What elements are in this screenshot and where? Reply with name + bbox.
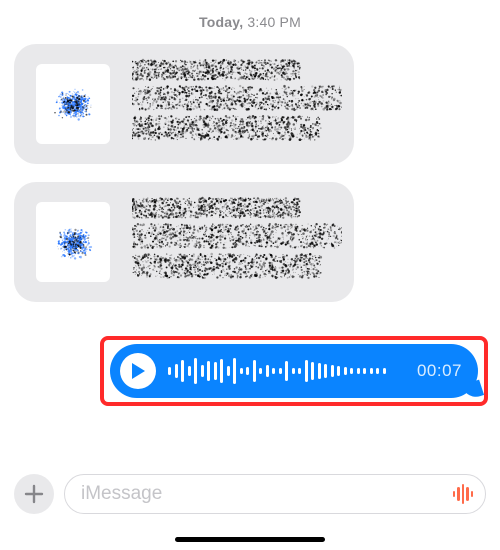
waveform-bar (337, 366, 340, 376)
waveform-bar (311, 362, 314, 380)
waveform-bar (266, 365, 269, 377)
waveform-bar (259, 368, 262, 374)
audio-icon-bar (466, 487, 469, 501)
waveform-bar (272, 368, 275, 374)
waveform-bar (214, 362, 217, 380)
waveform-bar (292, 368, 295, 374)
audio-icon-bar (457, 487, 460, 501)
add-button[interactable] (14, 474, 54, 514)
waveform-bar (227, 366, 230, 376)
audio-waveform[interactable] (168, 356, 403, 386)
compose-bar: iMessage (0, 470, 500, 518)
waveform-bar (305, 360, 308, 382)
waveform-bar (181, 360, 184, 382)
incoming-message-bubble[interactable] (14, 44, 354, 164)
waveform-bar (370, 368, 373, 374)
record-audio-button[interactable] (453, 483, 474, 505)
play-icon (130, 362, 146, 380)
waveform-bar (175, 364, 178, 378)
waveform-bar (363, 368, 366, 374)
message-list (0, 44, 500, 302)
conversation-timestamp: Today, 3:40 PM (0, 0, 500, 44)
home-indicator (175, 537, 325, 542)
waveform-bar (194, 358, 197, 384)
outgoing-audio-message-bubble[interactable]: 00:07 (110, 344, 478, 398)
audio-icon-bar (462, 484, 465, 504)
waveform-bar (207, 361, 210, 381)
waveform-bar (253, 360, 256, 382)
waveform-bar (383, 368, 386, 374)
waveform-bar (188, 366, 191, 376)
message-attachment-thumbnail (36, 64, 110, 144)
waveform-bar (220, 359, 223, 383)
audio-icon-bar (453, 491, 456, 497)
plus-icon (24, 484, 44, 504)
message-attachment-thumbnail (36, 202, 110, 282)
waveform-bar (285, 361, 288, 381)
waveform-bar (168, 367, 171, 375)
redacted-text-icon (132, 58, 342, 152)
play-button[interactable] (120, 353, 156, 389)
waveform-bar (298, 368, 301, 374)
message-input[interactable]: iMessage (64, 474, 486, 514)
waveform-bar (350, 368, 353, 374)
redacted-text-icon (132, 196, 342, 290)
waveform-bar (233, 358, 236, 384)
incoming-message-bubble[interactable] (14, 182, 354, 302)
waveform-bar (357, 368, 360, 374)
waveform-bar (246, 367, 249, 375)
message-input-placeholder: iMessage (81, 483, 453, 505)
waveform-bar (201, 365, 204, 377)
waveform-bar (376, 368, 379, 374)
waveform-bar (279, 368, 282, 374)
timestamp-day: Today, (199, 14, 243, 30)
waveform-bar (344, 367, 347, 375)
audio-icon-bar (471, 491, 474, 497)
waveform-bar (240, 368, 243, 374)
waveform-bar (324, 364, 327, 378)
waveform-bar (318, 363, 321, 379)
audio-duration-label: 00:07 (417, 361, 462, 381)
waveform-bar (331, 365, 334, 377)
timestamp-time: 3:40 PM (247, 14, 301, 30)
